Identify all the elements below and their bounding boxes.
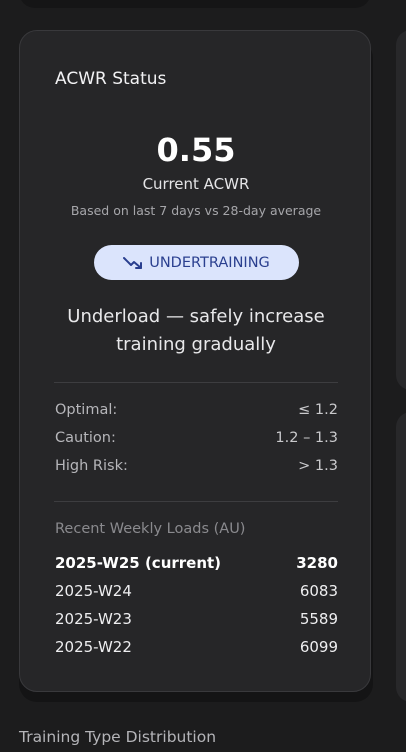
threshold-row-high-risk: High Risk: > 1.3	[55, 458, 338, 474]
weekly-loads-title: Recent Weekly Loads (AU)	[55, 521, 246, 537]
trending-down-icon	[123, 256, 143, 270]
week-load-value: 6083	[299, 582, 338, 600]
divider	[54, 382, 338, 383]
threshold-value: 1.2 – 1.3	[275, 430, 338, 446]
weekly-load-row: 2025-W25 (current) 3280	[55, 554, 338, 572]
adjacent-card-edge-lower	[396, 412, 406, 702]
acwr-basis-note: Based on last 7 days vs 28-day average	[70, 203, 322, 218]
threshold-row-caution: Caution: 1.2 – 1.3	[55, 430, 338, 446]
threshold-value: > 1.3	[298, 458, 338, 474]
week-label: 2025-W22	[55, 638, 132, 656]
week-label: 2025-W24	[55, 582, 132, 600]
threshold-label: High Risk:	[55, 458, 128, 474]
week-label: 2025-W25 (current)	[55, 554, 222, 572]
page: ACWR Status 0.55 Current ACWR Based on l…	[0, 0, 406, 752]
threshold-row-optimal: Optimal: ≤ 1.2	[55, 402, 338, 418]
threshold-label: Caution:	[55, 430, 116, 446]
divider	[54, 501, 338, 502]
weekly-load-row: 2025-W22 6099	[55, 638, 338, 656]
weekly-load-row: 2025-W24 6083	[55, 582, 338, 600]
week-load-value: 5589	[299, 610, 338, 628]
previous-card-edge	[19, 0, 371, 8]
weekly-load-row: 2025-W23 5589	[55, 610, 338, 628]
acwr-value: 0.55	[156, 131, 236, 169]
acwr-status-card: ACWR Status 0.55 Current ACWR Based on l…	[19, 30, 371, 692]
threshold-label: Optimal:	[55, 402, 118, 418]
week-load-value: 6099	[299, 638, 338, 656]
week-load-value: 3280	[296, 554, 338, 572]
status-badge: UNDERTRAINING	[94, 245, 299, 280]
card-title: ACWR Status	[55, 69, 167, 89]
acwr-label: Current ACWR	[142, 175, 250, 193]
section-heading-training-type: Training Type Distribution	[19, 728, 217, 746]
threshold-value: ≤ 1.2	[298, 402, 338, 418]
adjacent-card-edge	[396, 30, 406, 390]
status-badge-label: UNDERTRAINING	[149, 254, 270, 271]
week-label: 2025-W23	[55, 610, 132, 628]
status-message: Underload — safely increase training gra…	[67, 306, 325, 355]
